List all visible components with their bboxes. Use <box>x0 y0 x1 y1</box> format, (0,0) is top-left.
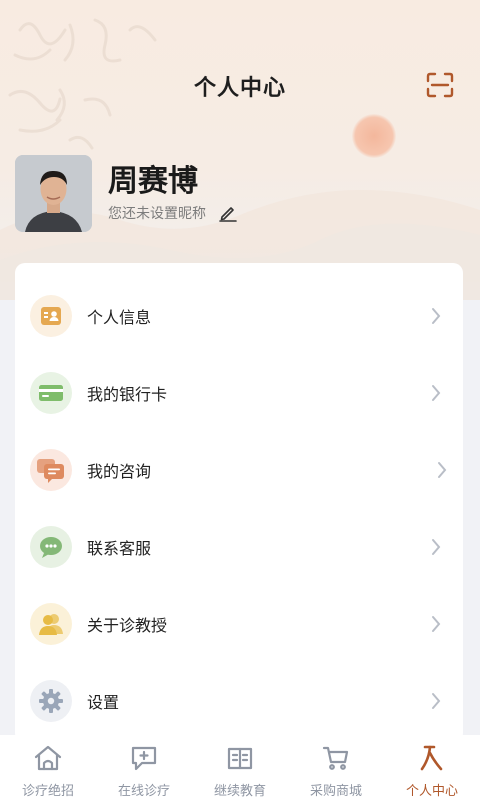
edit-nickname-button[interactable] <box>218 204 238 222</box>
menu-item-label: 关于诊教授 <box>87 616 168 635</box>
chevron-right-icon <box>432 693 441 709</box>
avatar-photo <box>15 155 92 232</box>
house-icon <box>31 742 65 774</box>
medical-chat-icon <box>127 742 161 774</box>
menu-item-label: 联系客服 <box>87 539 152 558</box>
menu-card: 个人信息 我的银行卡 我的咨询 联系客服 关于诊教授 设置 <box>15 263 463 743</box>
gear-icon <box>30 680 72 722</box>
tab-label: 个人中心 <box>405 784 458 799</box>
bank-card-icon <box>30 372 72 414</box>
chat-bubbles-icon <box>30 449 72 491</box>
book-icon <box>223 742 257 774</box>
avatar[interactable] <box>15 155 92 232</box>
users-icon <box>30 603 72 645</box>
header-background <box>0 0 480 300</box>
chevron-right-icon <box>432 539 441 555</box>
menu-item-label: 个人信息 <box>87 308 152 327</box>
menu-item-consultation[interactable]: 我的咨询 <box>15 440 463 500</box>
scan-button[interactable] <box>424 70 456 100</box>
menu-item-label: 我的咨询 <box>87 462 152 481</box>
tab-purchase-mall[interactable]: 采购商城 <box>288 735 384 800</box>
nickname-row[interactable]: 您还未设置昵称 <box>108 203 238 223</box>
chevron-right-icon <box>432 385 441 401</box>
menu-item-settings[interactable]: 设置 <box>15 671 463 731</box>
tab-label: 在线诊疗 <box>117 784 170 799</box>
menu-item-customer-service[interactable]: 联系客服 <box>15 517 463 577</box>
menu-item-label: 我的银行卡 <box>87 385 168 404</box>
customer-service-icon <box>30 526 72 568</box>
nickname-hint: 您还未设置昵称 <box>108 206 206 222</box>
menu-item-bank-card[interactable]: 我的银行卡 <box>15 363 463 423</box>
chevron-right-icon <box>438 462 447 478</box>
tab-continuing-education[interactable]: 继续教育 <box>192 735 288 800</box>
scan-icon <box>426 72 454 98</box>
tab-label: 继续教育 <box>213 784 266 799</box>
tab-personal-center[interactable]: 个人中心 <box>384 735 480 800</box>
menu-item-label: 设置 <box>87 693 120 712</box>
tab-diagnosis-tips[interactable]: 诊疗绝招 <box>0 735 96 800</box>
tab-label: 采购商城 <box>309 784 362 799</box>
user-name: 周赛博 <box>108 164 198 199</box>
cart-icon <box>319 742 353 774</box>
tab-label: 诊疗绝招 <box>21 784 74 799</box>
menu-item-about[interactable]: 关于诊教授 <box>15 594 463 654</box>
person-icon <box>415 742 449 774</box>
pencil-icon <box>219 207 237 222</box>
id-card-icon <box>30 295 72 337</box>
page-title: 个人中心 <box>193 76 286 101</box>
chevron-right-icon <box>432 616 441 632</box>
tab-online-consultation[interactable]: 在线诊疗 <box>96 735 192 800</box>
chevron-right-icon <box>432 308 441 324</box>
bottom-tab-bar: 诊疗绝招 在线诊疗 继续教育 采购商城 个人中心 <box>0 735 480 800</box>
menu-item-profile-info[interactable]: 个人信息 <box>15 286 463 346</box>
